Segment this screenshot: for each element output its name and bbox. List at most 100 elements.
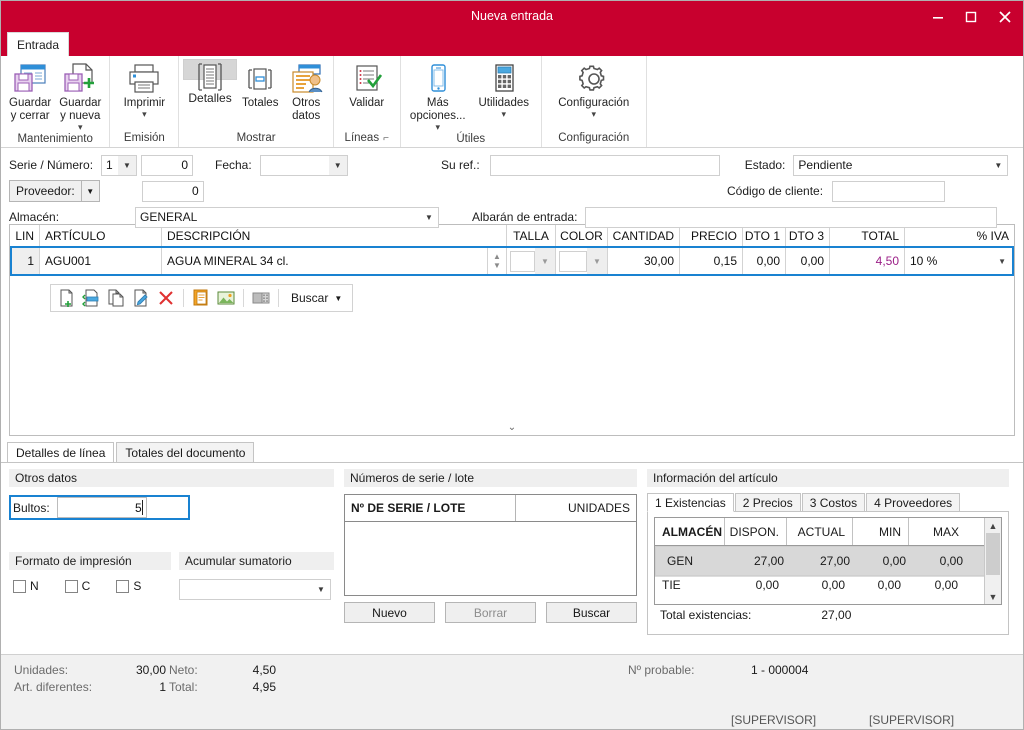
table-row[interactable]: 1 AGU001 AGUA MINERAL 34 cl. ▲ ▼ ▼ ▼ 30,0… xyxy=(10,246,1014,276)
tab-proveedores[interactable]: 4 Proveedores xyxy=(866,493,961,512)
stock-icon[interactable] xyxy=(250,287,272,309)
ribbon-button-configuracion[interactable]: Configuración ▾ xyxy=(546,59,642,119)
column-header-dto1[interactable]: DTO 1 xyxy=(743,225,786,246)
tab-existencias[interactable]: 1 Existencias xyxy=(647,493,734,512)
edit-line-icon[interactable] xyxy=(130,287,152,309)
cell-cantidad[interactable]: 30,00 xyxy=(608,248,680,274)
table-row[interactable]: TIE 0,00 0,00 0,00 0,00 xyxy=(655,576,1001,593)
existencias-scrollbar[interactable]: ▲ ▼ xyxy=(984,518,1001,604)
minimize-button[interactable] xyxy=(921,1,954,32)
su-ref-input[interactable] xyxy=(489,154,720,176)
column-header-cantidad[interactable]: CANTIDAD xyxy=(608,225,680,246)
tab-entrada[interactable]: Entrada xyxy=(7,32,69,56)
checkbox-c[interactable]: C xyxy=(64,579,90,593)
checkbox-n-box[interactable] xyxy=(13,579,26,593)
ribbon-button-imprimir[interactable]: Imprimir ▾ xyxy=(114,59,174,119)
tab-existencias-label: 1 Existencias xyxy=(655,495,726,510)
chevron-down-icon[interactable]: ▾ xyxy=(591,110,596,119)
codigo-cliente-input[interactable] xyxy=(832,180,946,202)
column-header-articulo[interactable]: ARTÍCULO xyxy=(40,225,162,246)
serie-lote-table-body[interactable] xyxy=(345,522,636,595)
acumular-sumatorio-select[interactable]: ▼ xyxy=(179,579,331,600)
ribbon-button-guardar-y-cerrar[interactable]: Guardar y cerrar xyxy=(5,59,55,123)
serie-select[interactable]: 1 ▼ xyxy=(101,154,137,176)
albaran-input[interactable] xyxy=(585,206,998,228)
descripcion-spinner[interactable]: ▲ ▼ xyxy=(488,248,507,274)
table-row[interactable]: GEN 27,00 27,00 0,00 0,00 xyxy=(655,546,1001,576)
su-ref-label: Su ref.: xyxy=(441,158,480,172)
almacen-select[interactable]: GENERAL ▼ xyxy=(135,206,439,228)
checkbox-s[interactable]: S xyxy=(116,579,141,593)
fecha-datepicker[interactable]: ▼ xyxy=(259,154,348,176)
scroll-up-icon[interactable]: ▲ xyxy=(989,518,998,533)
chevron-down-icon: ▼ xyxy=(328,155,347,175)
cell-precio[interactable]: 0,15 xyxy=(680,248,743,274)
ribbon-button-guardar-y-nueva[interactable]: Guardar y nueva ▾ xyxy=(55,59,105,132)
ribbon-button-detalles[interactable]: Detalles xyxy=(183,59,237,105)
chevron-down-icon[interactable]: ▾ xyxy=(435,123,440,132)
nuevo-button-label: Nuevo xyxy=(372,605,407,620)
tab-entrada-label: Entrada xyxy=(16,37,60,52)
ribbon-button-totales[interactable]: Totales xyxy=(237,59,284,110)
scroll-down-icon[interactable]: ▼ xyxy=(989,589,998,604)
buscar-button[interactable]: Buscar xyxy=(546,602,637,623)
title-bar: Nueva entrada xyxy=(1,1,1023,32)
ribbon-group-configuracion-label: Configuración xyxy=(558,132,630,144)
ribbon-button-validar[interactable]: Validar xyxy=(338,59,396,110)
ribbon-button-mas-opciones[interactable]: Más opciones... ▾ xyxy=(405,59,471,132)
proveedor-code-input[interactable]: 0 xyxy=(141,180,204,202)
copy-line-icon[interactable] xyxy=(105,287,127,309)
chevron-down-icon: ▼ xyxy=(994,160,1003,170)
tab-totales-del-documento[interactable]: Totales del documento xyxy=(116,442,255,462)
chevron-down-icon[interactable]: ▼ xyxy=(81,180,100,202)
buscar-dropdown[interactable]: Buscar ▼ xyxy=(285,291,348,305)
column-header-precio[interactable]: PRECIO xyxy=(680,225,743,246)
chevron-down-icon[interactable]: ▾ xyxy=(142,110,147,119)
column-header-total[interactable]: TOTAL xyxy=(830,225,905,246)
nuevo-button[interactable]: Nuevo xyxy=(344,602,435,623)
delete-line-icon[interactable] xyxy=(155,287,177,309)
note-icon[interactable] xyxy=(190,287,212,309)
column-header-iva[interactable]: % IVA xyxy=(905,225,1014,246)
image-icon[interactable] xyxy=(215,287,237,309)
borrar-button[interactable]: Borrar xyxy=(445,602,536,623)
ribbon-button-utilidades[interactable]: Utilidades ▾ xyxy=(471,59,537,119)
chevron-down-icon[interactable]: ▾ xyxy=(78,123,83,132)
tab-detalles-de-linea[interactable]: Detalles de línea xyxy=(7,442,115,462)
new-line-icon[interactable] xyxy=(55,287,77,309)
column-header-lin[interactable]: LIN xyxy=(10,225,40,246)
cell-total: 4,50 xyxy=(830,248,905,274)
cell-descripcion[interactable]: AGUA MINERAL 34 cl. xyxy=(162,248,488,274)
cell-iva[interactable]: 10 % ▼ xyxy=(905,248,1012,274)
cell-color[interactable]: ▼ xyxy=(556,248,608,274)
cell-dto1[interactable]: 0,00 xyxy=(743,248,786,274)
chevron-down-icon[interactable]: ▾ xyxy=(501,110,506,119)
estado-select[interactable]: Pendiente ▼ xyxy=(793,154,1009,176)
column-header-color[interactable]: COLOR xyxy=(556,225,608,246)
dialog-launcher-icon[interactable]: ⌐ xyxy=(383,131,389,146)
cell-talla[interactable]: ▼ xyxy=(507,248,556,274)
bultos-field-group[interactable]: Bultos: 5 xyxy=(9,495,190,520)
bultos-input[interactable]: 5 xyxy=(56,497,147,518)
ribbon-button-otros-datos[interactable]: Otros datos xyxy=(284,59,329,123)
column-header-descripcion[interactable]: DESCRIPCIÓN xyxy=(162,225,507,246)
chevron-down-icon[interactable]: ⌄ xyxy=(10,422,1014,433)
header-form: Serie / Número: 1 ▼ 0 Fecha: ▼ Su ref.: … xyxy=(1,148,1023,228)
tab-precios[interactable]: 2 Precios xyxy=(734,493,801,512)
checkbox-n[interactable]: N xyxy=(13,579,39,593)
checkbox-c-box[interactable] xyxy=(64,579,78,593)
checkbox-s-box[interactable] xyxy=(116,579,130,593)
column-header-dto3[interactable]: DTO 3 xyxy=(786,225,830,246)
numero-input[interactable]: 0 xyxy=(141,154,193,176)
proveedor-button[interactable]: Proveedor: ▼ xyxy=(9,180,100,202)
cell-dto3[interactable]: 0,00 xyxy=(786,248,830,274)
tab-costos[interactable]: 3 Costos xyxy=(801,493,866,512)
status-bar: Unidades: 30,00 Neto: 4,50 Art. diferent… xyxy=(1,654,1023,729)
insert-line-icon[interactable] xyxy=(80,287,102,309)
close-button[interactable] xyxy=(987,1,1023,32)
scrollbar-thumb[interactable] xyxy=(986,533,1000,575)
column-header-talla[interactable]: TALLA xyxy=(507,225,556,246)
maximize-button[interactable] xyxy=(954,1,987,32)
cell-articulo[interactable]: AGU001 xyxy=(40,248,162,274)
total-existencias-value: 27,00 xyxy=(821,608,852,622)
